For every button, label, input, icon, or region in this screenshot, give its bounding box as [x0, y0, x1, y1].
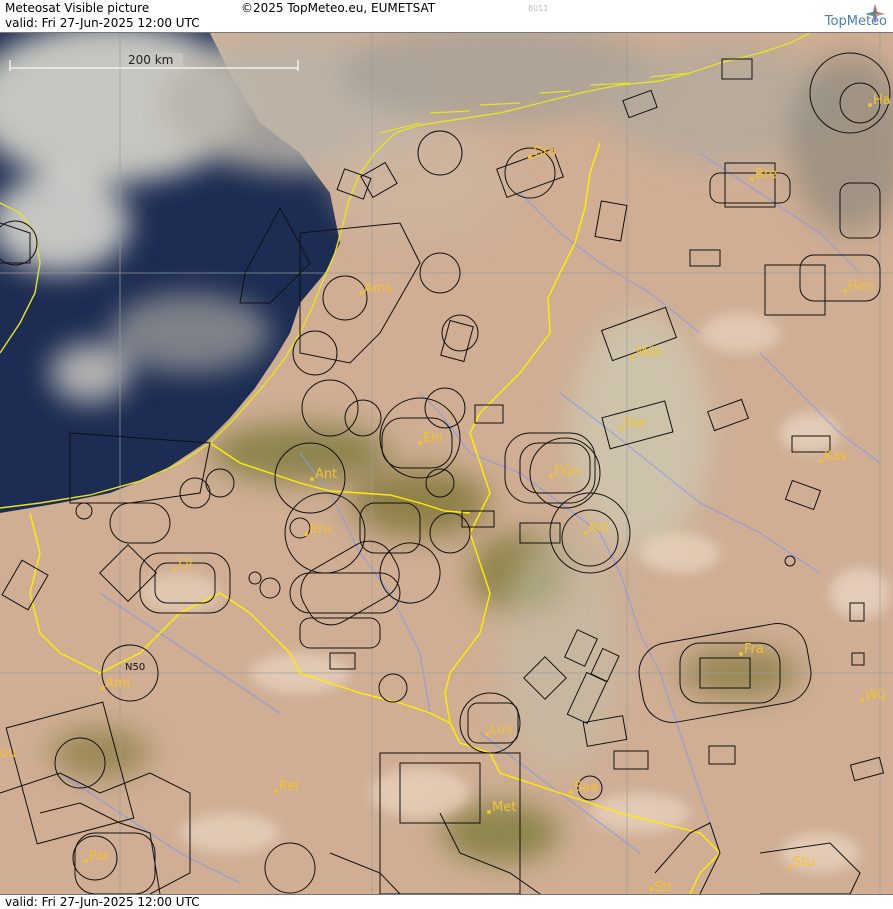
city-label: Han [848, 279, 874, 294]
city-label: Rei [279, 779, 299, 794]
city-label: Ami [105, 676, 130, 691]
valid-time: valid: Fri 27-Jun-2025 12:00 UTC [5, 16, 200, 30]
product-code: 8011 [528, 4, 549, 13]
map-canvas: Gro Bre Ha Ams Han Mün Ein Dor Ant Düs K… [0, 33, 893, 894]
city-label: Fra [744, 642, 764, 657]
topmeteo-logo[interactable]: TopMeteo [787, 4, 887, 30]
city-kas[interactable]: Kas [819, 449, 847, 464]
city-ou[interactable]: ou [0, 746, 16, 761]
city-label: Saa [574, 780, 598, 795]
city-label: Bre [755, 167, 777, 182]
city-ami[interactable]: Ami [100, 676, 130, 691]
city-label: Lux [490, 722, 513, 737]
compass-star-icon [865, 4, 885, 24]
city-label: Gro [533, 145, 556, 160]
city-han[interactable]: Han [843, 279, 874, 294]
city-label: Stu [793, 855, 815, 870]
city-bre[interactable]: Bre [750, 167, 777, 182]
header-bar: Meteosat Visible picture valid: Fri 27-J… [0, 0, 893, 33]
city-saa[interactable]: Saa [569, 780, 598, 795]
satellite-map[interactable]: Gro Bre Ha Ams Han Mün Ein Dor Ant Düs K… [0, 33, 893, 894]
latitude-label: N50 [125, 662, 145, 673]
city-gro[interactable]: Gro [528, 145, 556, 160]
city-dor[interactable]: Dor [619, 416, 648, 431]
city-label: Mün [636, 345, 664, 360]
product-title: Meteosat Visible picture [5, 1, 150, 15]
city-label: Köl [589, 521, 608, 536]
city-label: Met [492, 800, 516, 815]
city-label: ou [0, 746, 16, 761]
city-ams[interactable]: Ams [359, 281, 393, 296]
city-ant[interactable]: Ant [310, 467, 337, 482]
city-label: Dor [624, 416, 648, 431]
city-met[interactable]: Met [487, 800, 516, 815]
city-label: Ha [873, 93, 891, 108]
city-label: Ant [315, 467, 337, 482]
copyright: ©2025 TopMeteo.eu, EUMETSAT [241, 1, 436, 15]
city-label: Ein [423, 431, 443, 446]
footer-bar: valid: Fri 27-Jun-2025 12:00 UTC [0, 894, 893, 909]
map-viewer: Meteosat Visible picture valid: Fri 27-J… [0, 0, 893, 909]
city-dus[interactable]: Düs [549, 464, 579, 479]
city-label: Wü [865, 688, 886, 703]
footer-valid-time: valid: Fri 27-Jun-2025 12:00 UTC [5, 895, 200, 909]
scale-label: 200 km [128, 53, 173, 67]
city-label: Str [654, 880, 673, 894]
city-label: Bru [309, 522, 332, 537]
city-label: Lil [178, 557, 192, 572]
city-label: Düs [554, 464, 579, 479]
city-mun[interactable]: Mün [631, 345, 664, 360]
city-label: Ams [364, 281, 393, 296]
city-label: Kas [824, 449, 847, 464]
city-label: Par [89, 849, 110, 864]
city-bru[interactable]: Bru [304, 522, 332, 537]
city-lux[interactable]: Lux [485, 722, 513, 737]
